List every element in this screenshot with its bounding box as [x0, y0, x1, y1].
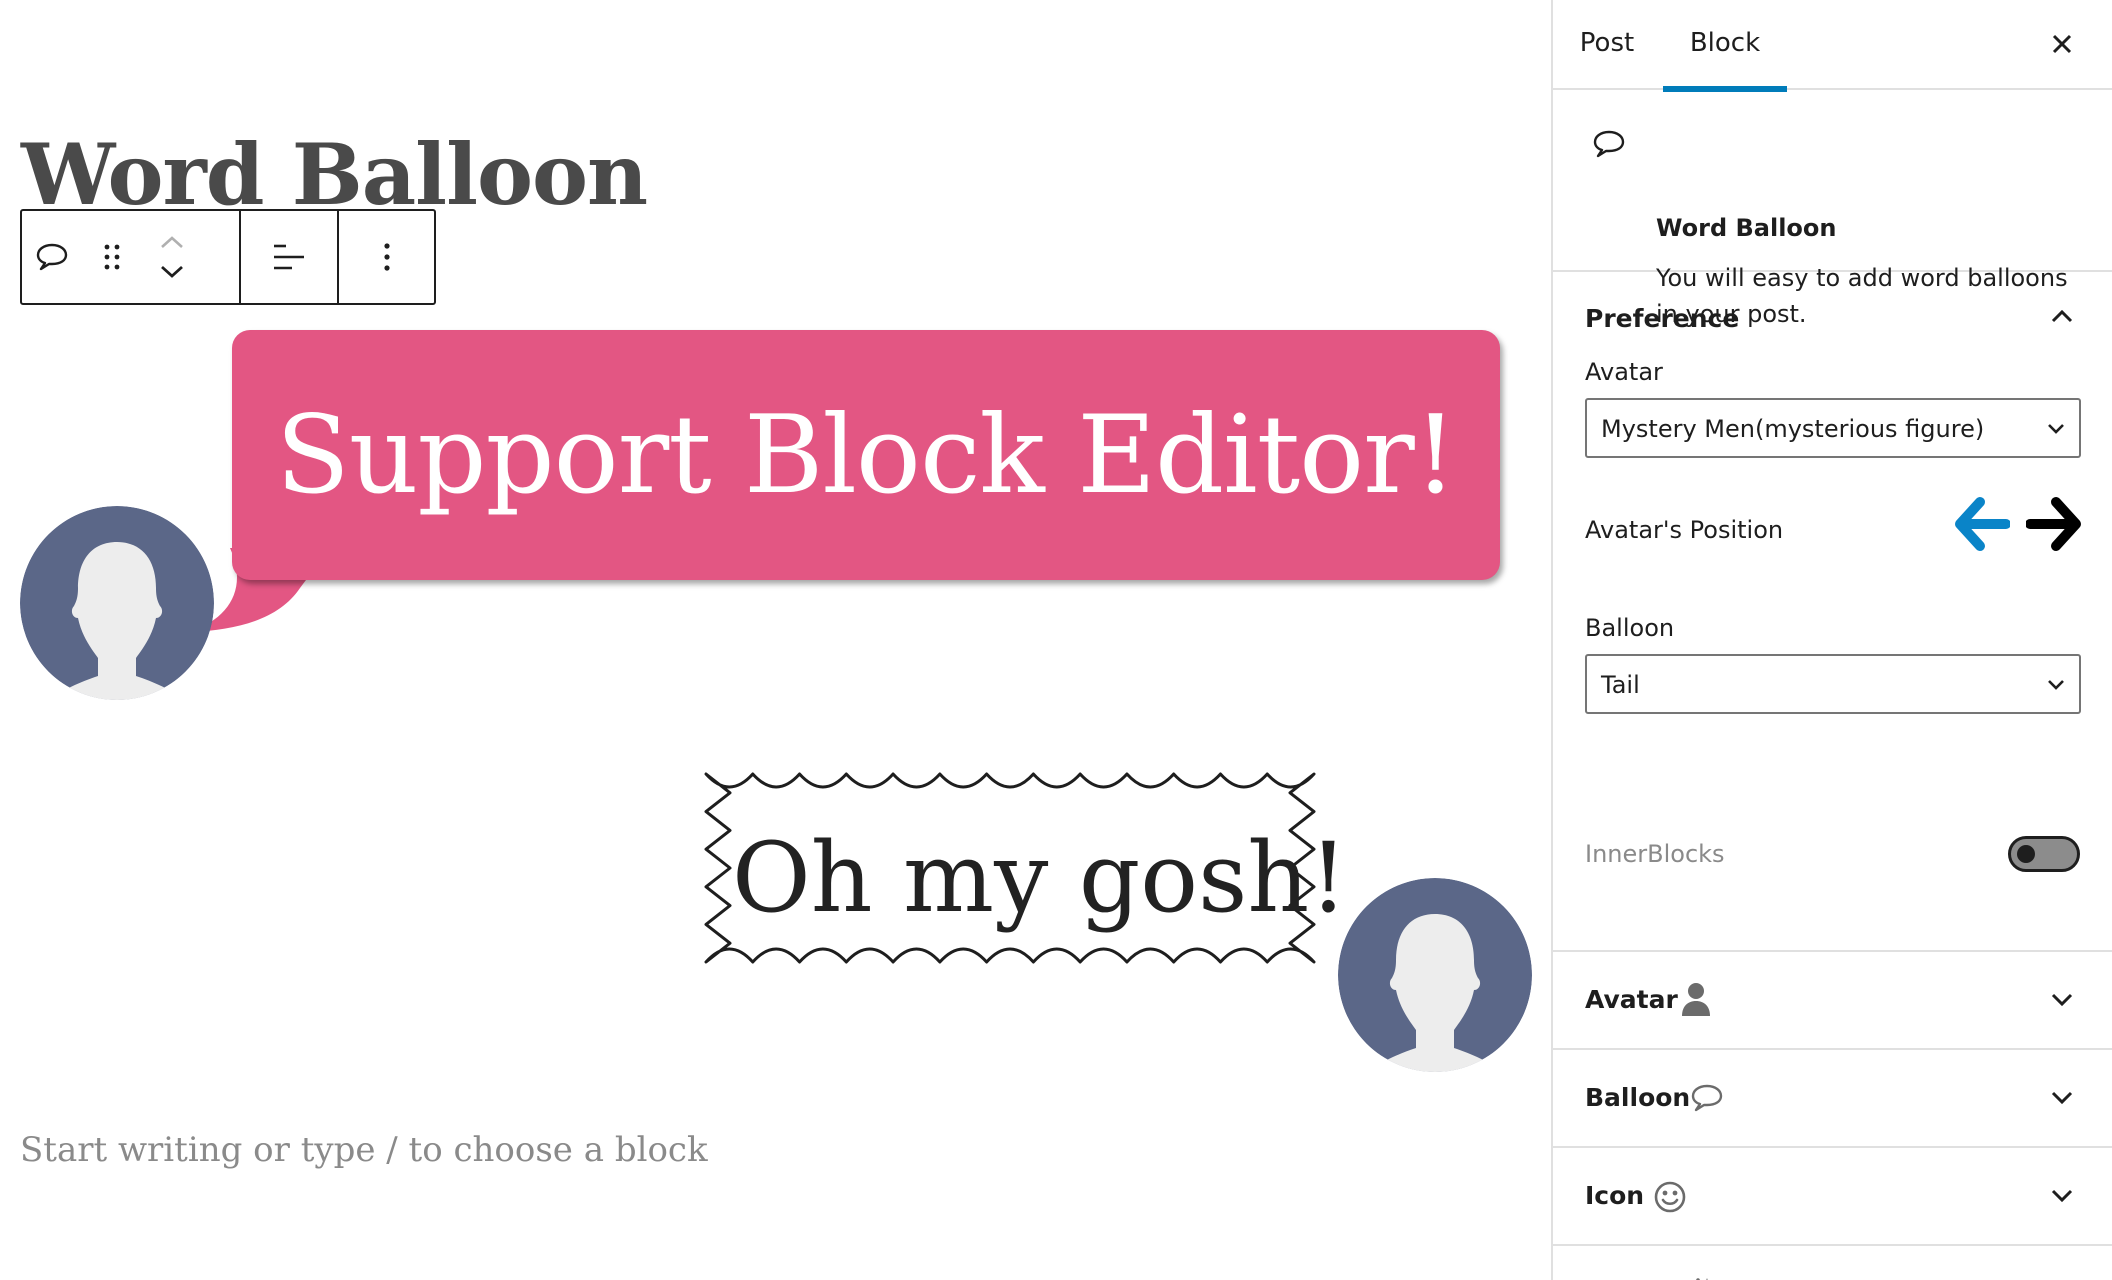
sidebar-tabs: Post Block	[1553, 0, 2112, 92]
panel-avatar: Avatar	[1553, 952, 2112, 1050]
toolbar-group-align	[241, 211, 339, 303]
chevron-up-icon	[2050, 308, 2074, 328]
mystery-man-avatar-icon	[20, 506, 214, 700]
speech-bubble-icon[interactable]	[22, 212, 82, 302]
block-card: Word Balloon You will easy to add word b…	[1553, 90, 2112, 328]
balloon-label: Balloon	[1585, 614, 1675, 642]
panel-preference: Preference Avatar Mystery Men(mysterious…	[1553, 272, 2112, 952]
close-icon[interactable]	[2042, 24, 2082, 64]
word-balloon-block[interactable]: Oh my gosh!	[680, 748, 1540, 1078]
panel-balloon: Balloon	[1553, 1050, 2112, 1148]
chevron-down-icon	[2047, 676, 2065, 695]
panel-title: Avatar	[1585, 985, 1678, 1014]
panel-preference-toggle[interactable]: Preference	[1553, 272, 2112, 368]
move-down-icon[interactable]	[157, 257, 187, 287]
block-movers	[142, 212, 202, 302]
panel-title: Balloon	[1585, 1083, 1691, 1112]
panel-icon: Icon	[1553, 1148, 2112, 1246]
tab-post[interactable]: Post	[1557, 0, 1657, 90]
balloon-text[interactable]: Support Block Editor!	[276, 393, 1457, 518]
block-toolbar	[20, 209, 436, 305]
arrow-left-icon[interactable]	[1954, 496, 2011, 556]
arrow-right-icon[interactable]	[2025, 496, 2082, 556]
mystery-man-avatar-icon	[1338, 878, 1532, 1072]
chevron-down-icon	[2050, 1090, 2074, 1110]
toolbar-group-block	[22, 211, 241, 303]
smiley-icon	[1653, 1180, 1687, 1218]
magic-wand-icon	[1679, 1276, 1715, 1280]
align-icon[interactable]	[259, 212, 319, 302]
panel-balloon-toggle[interactable]: Balloon	[1553, 1050, 2112, 1146]
panel-avatar-toggle[interactable]: Avatar	[1553, 952, 2112, 1048]
editor-canvas: Word Balloon Support Block Editor! Oh my…	[0, 0, 1550, 1280]
panel-title: Preference	[1585, 304, 1740, 333]
avatar-position-control	[1954, 496, 2082, 556]
word-balloon-block[interactable]: Support Block Editor!	[20, 328, 1500, 708]
panel-icon-toggle[interactable]: Icon	[1553, 1148, 2112, 1244]
panel-preference-body: Avatar Mystery Men(mysterious figure) Av…	[1553, 358, 2112, 950]
speech-bubble-icon	[1591, 128, 1627, 164]
innerblocks-label: InnerBlocks	[1585, 840, 1725, 868]
balloon-text[interactable]: Oh my gosh!	[732, 808, 1352, 948]
block-card-title: Word Balloon	[1656, 214, 1837, 242]
panel-effects-toggle[interactable]: Effects	[1553, 1246, 2112, 1280]
avatar-select-value: Mystery Men(mysterious figure)	[1601, 415, 1985, 443]
chevron-down-icon	[2047, 420, 2065, 439]
avatar-position-label: Avatar's Position	[1585, 516, 1784, 544]
panel-title: Effects	[1585, 1246, 1681, 1280]
drag-handle-icon[interactable]	[82, 212, 142, 302]
more-options-icon[interactable]	[357, 212, 417, 302]
avatar-select[interactable]: Mystery Men(mysterious figure)	[1585, 398, 2081, 458]
avatar-label: Avatar	[1585, 358, 1663, 386]
panel-effects: Effects	[1553, 1246, 2112, 1280]
block-appender-placeholder[interactable]: Start writing or type / to choose a bloc…	[20, 1130, 708, 1170]
chevron-down-icon	[2050, 992, 2074, 1012]
chevron-down-icon	[2050, 1188, 2074, 1208]
toggle-knob	[2017, 845, 2035, 863]
settings-sidebar: Post Block Word Balloon You will easy to…	[1551, 0, 2112, 1280]
speech-bubble-icon	[1689, 1082, 1725, 1118]
avatar-image[interactable]	[20, 506, 214, 700]
balloon-select[interactable]: Tail	[1585, 654, 2081, 714]
panel-title: Icon	[1585, 1181, 1645, 1210]
person-icon	[1681, 982, 1711, 1020]
innerblocks-toggle[interactable]	[2008, 836, 2080, 872]
avatar-image[interactable]	[1338, 878, 1532, 1072]
speech-balloon[interactable]: Support Block Editor!	[232, 330, 1500, 580]
toolbar-group-more	[339, 211, 434, 303]
move-up-icon[interactable]	[157, 227, 187, 257]
tab-block[interactable]: Block	[1663, 0, 1787, 92]
balloon-select-value: Tail	[1601, 671, 1640, 699]
